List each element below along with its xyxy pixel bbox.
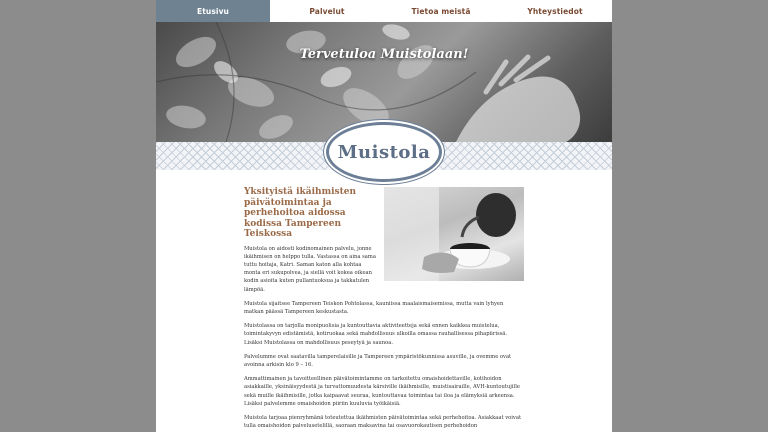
intro-text: Yksityistä ikäihmisten päivätoimintaa ja…	[244, 187, 378, 300]
nav-item-etusivu[interactable]: Etusivu	[156, 0, 270, 22]
logo-text: Muistola	[337, 141, 431, 163]
intro-section: Yksityistä ikäihmisten päivätoimintaa ja…	[244, 187, 524, 300]
hero-title: Tervetuloa Muistolaan!	[299, 47, 469, 62]
main-content: Yksityistä ikäihmisten päivätoimintaa ja…	[244, 187, 524, 432]
paragraph-target-groups: Ammattimainen ja tavoitteellinen päiväto…	[244, 376, 520, 407]
paragraph-availability: Palvelumme ovat saatavilla tamperelaisil…	[244, 353, 512, 368]
pattern-band: Muistola	[156, 122, 612, 182]
paragraph-services: Muistola tarjoaa pienryhmänä toteutettua…	[244, 414, 522, 430]
paragraph-location: Muistola sijaitsee Tampereen Teiskon Poh…	[244, 300, 504, 315]
nav-item-yhteystiedot[interactable]: Yhteystiedot	[498, 0, 612, 22]
coffee-photo	[384, 187, 524, 281]
main-nav: Etusivu Palvelut Tietoa meistä Yhteystie…	[156, 0, 612, 22]
logo[interactable]: Muistola	[326, 122, 442, 182]
nav-item-tietoa-meista[interactable]: Tietoa meistä	[384, 0, 498, 22]
page: Etusivu Palvelut Tietoa meistä Yhteystie…	[156, 0, 612, 432]
intro-paragraph: Muistola on aidosti kodinomainen palvelu…	[244, 245, 376, 293]
paragraph-activities: Muistolassa on tarjolla monipuolisia ja …	[244, 323, 508, 346]
nav-item-palvelut[interactable]: Palvelut	[270, 0, 384, 22]
page-heading: Yksityistä ikäihmisten päivätoimintaa ja…	[244, 187, 357, 239]
